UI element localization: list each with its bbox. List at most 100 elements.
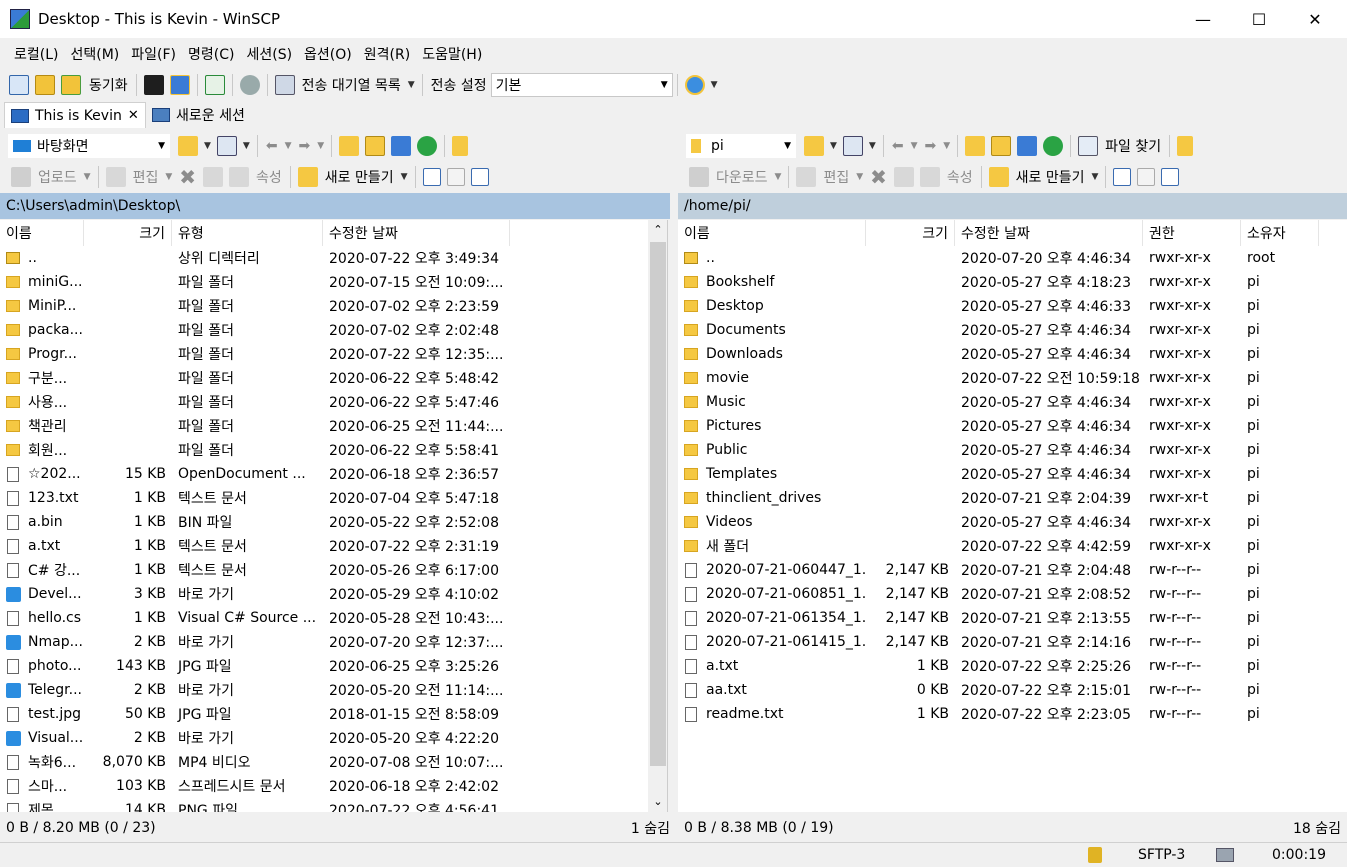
table-row[interactable]: Music 2020-05-27 오후 4:46:34 rwxr-xr-x pi — [678, 390, 1319, 414]
table-row[interactable]: C# 강... 1 KB 텍스트 문서 2020-05-26 오후 6:17:00 — [0, 558, 510, 582]
new-folder-icon[interactable] — [988, 167, 1009, 187]
find-files-button[interactable]: 파일 찾기 — [1105, 136, 1161, 156]
chevron-down-icon[interactable]: ▼ — [204, 141, 211, 151]
open-folder-icon[interactable] — [804, 136, 824, 156]
new-folder-icon[interactable] — [297, 167, 318, 187]
maximize-button[interactable]: ☐ — [1231, 0, 1287, 38]
table-row[interactable]: 2020-07-21-060447_1... 2,147 KB 2020-07-21… — [678, 558, 1319, 582]
table-row[interactable]: Downloads 2020-05-27 오후 4:46:34 rwxr-xr-x p… — [678, 342, 1319, 366]
tab-this-is-kevin[interactable]: This is Kevin ✕ — [4, 102, 146, 128]
table-row[interactable]: packa... 파일 폴더 2020-07-02 오후 2:02:48 — [0, 318, 510, 342]
local-drive-select[interactable]: 바탕화면 ▼ — [8, 134, 170, 158]
close-button[interactable]: ✕ — [1287, 0, 1343, 38]
table-row[interactable]: readme.txt 1 KB 2020-07-22 오후 2:23:05 rw-r-… — [678, 702, 1319, 726]
tab-new-session[interactable]: 새로운 세션 — [146, 102, 264, 128]
edit-icon[interactable] — [105, 167, 126, 187]
table-row[interactable]: movie 2020-07-22 오전 10:59:18 rwxr-xr-x pi — [678, 366, 1319, 390]
column-modified[interactable]: 수정한 날짜 — [955, 220, 1143, 246]
minimize-button[interactable]: — — [1175, 0, 1231, 38]
table-row[interactable]: 2020-07-21-061415_1... 2,147 KB 2020-07-21… — [678, 630, 1319, 654]
table-row[interactable]: Nmap... 2 KB 바로 가기 2020-07-20 오후 12:37:... — [0, 630, 510, 654]
table-row[interactable]: .. 2020-07-20 오후 4:46:34 rwxr-xr-x root — [678, 246, 1319, 270]
column-permissions[interactable]: 권한 — [1143, 220, 1241, 246]
filter-icon[interactable] — [842, 136, 863, 156]
table-row[interactable]: 스마... 103 KB 스프레드시트 문서 2020-06-18 오후 2:42:0… — [0, 774, 510, 798]
scroll-up-icon[interactable]: ⌃ — [648, 220, 667, 240]
properties-button[interactable]: 속성 — [256, 167, 282, 187]
column-owner[interactable]: 소유자 — [1241, 220, 1319, 246]
column-type[interactable]: 유형 — [172, 220, 323, 246]
back-icon[interactable]: ⬅ — [892, 138, 904, 154]
left-file-list[interactable]: 이름 크기 유형 수정한 날짜 .. 상위 디렉터리 2020-07-22 오후 3… — [0, 220, 668, 812]
queue-icon[interactable] — [204, 75, 225, 95]
table-row[interactable]: .. 상위 디렉터리 2020-07-22 오후 3:49:34 — [0, 246, 510, 270]
table-row[interactable]: 책관리 파일 폴더 2020-06-25 오전 11:44:... — [0, 414, 510, 438]
queue-list-icon[interactable] — [274, 75, 295, 95]
properties-button[interactable]: 속성 — [947, 167, 973, 187]
chevron-down-icon[interactable]: ▼ — [775, 172, 782, 182]
chevron-down-icon[interactable]: ▼ — [408, 80, 415, 90]
delete-icon[interactable]: ✖ — [179, 165, 196, 189]
remote-dir-select[interactable]: pi ▼ — [686, 134, 796, 158]
home-icon[interactable] — [391, 136, 412, 156]
tree-icon[interactable] — [1177, 136, 1194, 156]
refresh-icon[interactable] — [1043, 136, 1064, 156]
forward-icon[interactable]: ➡ — [925, 138, 937, 154]
table-row[interactable]: a.bin 1 KB BIN 파일 2020-05-22 오후 2:52:08 — [0, 510, 510, 534]
back-icon[interactable]: ⬅ — [266, 138, 278, 154]
new-button[interactable]: 새로 만들기 — [1016, 167, 1085, 187]
synchronize-button[interactable]: 동기화 — [89, 75, 128, 95]
chevron-down-icon[interactable]: ▼ — [317, 141, 324, 151]
table-row[interactable]: Pictures 2020-05-27 오후 4:46:34 rwxr-xr-x pi — [678, 414, 1319, 438]
properties-icon[interactable] — [919, 167, 940, 187]
chevron-down-icon[interactable]: ▼ — [711, 80, 718, 90]
upload-icon[interactable] — [11, 167, 31, 187]
chevron-down-icon[interactable]: ▼ — [84, 172, 91, 182]
table-row[interactable]: 회원... 파일 폴더 2020-06-22 오후 5:58:41 — [0, 438, 510, 462]
column-name[interactable]: 이름 — [678, 220, 866, 246]
properties-icon[interactable] — [229, 167, 250, 187]
column-modified[interactable]: 수정한 날짜 — [323, 220, 510, 246]
root-dir-icon[interactable] — [365, 136, 386, 156]
table-row[interactable]: miniG... 파일 폴더 2020-07-15 오전 10:09:... — [0, 270, 510, 294]
menu-session[interactable]: 세션(S) — [240, 44, 298, 64]
scroll-down-icon[interactable]: ⌄ — [648, 792, 667, 812]
close-icon[interactable]: ✕ — [128, 108, 139, 123]
gear-icon[interactable] — [239, 75, 260, 95]
table-row[interactable]: Visual... 2 KB 바로 가기 2020-05-20 오후 4:22:20 — [0, 726, 510, 750]
network-icon[interactable] — [1216, 848, 1234, 862]
transfer-preset-select[interactable]: 기본 ▼ — [490, 73, 673, 97]
chevron-down-icon[interactable]: ▼ — [243, 141, 250, 151]
table-row[interactable]: Desktop 2020-05-27 오후 4:46:33 rwxr-xr-x pi — [678, 294, 1319, 318]
tree-icon[interactable] — [452, 136, 469, 156]
new-button[interactable]: 새로 만들기 — [325, 167, 394, 187]
menu-commands[interactable]: 명령(C) — [182, 44, 240, 64]
delete-icon[interactable]: ✖ — [870, 165, 887, 189]
select-all-icon[interactable] — [1113, 168, 1132, 186]
table-row[interactable]: test.jpg 50 KB JPG 파일 2018-01-15 오전 8:58:09 — [0, 702, 510, 726]
rename-icon[interactable] — [893, 167, 914, 187]
refresh-icon[interactable] — [417, 136, 438, 156]
table-row[interactable]: 녹화6... 8,070 KB MP4 비디오 2020-07-08 오전 10:07… — [0, 750, 510, 774]
putty-icon[interactable] — [169, 75, 190, 95]
queue-list-button[interactable]: 전송 대기열 목록 — [302, 75, 401, 95]
edit-icon[interactable] — [796, 167, 817, 187]
table-row[interactable]: photo... 143 KB JPG 파일 2020-06-25 오후 3:25:2… — [0, 654, 510, 678]
menu-remote[interactable]: 원격(R) — [358, 44, 416, 64]
upload-button[interactable]: 업로드 — [38, 167, 77, 187]
table-row[interactable]: Public 2020-05-27 오후 4:46:34 rwxr-xr-x pi — [678, 438, 1319, 462]
table-row[interactable]: thinclient_drives 2020-07-21 오후 2:04:39 rw… — [678, 486, 1319, 510]
find-files-icon[interactable] — [1078, 136, 1099, 156]
column-size[interactable]: 크기 — [84, 220, 172, 246]
filter-icon[interactable] — [216, 136, 237, 156]
filter-select-icon[interactable] — [1161, 168, 1180, 186]
sync-browse-icon[interactable] — [35, 75, 55, 95]
table-row[interactable]: 사용... 파일 폴더 2020-06-22 오후 5:47:46 — [0, 390, 510, 414]
column-name[interactable]: 이름 — [0, 220, 84, 246]
chevron-down-icon[interactable]: ▼ — [856, 172, 863, 182]
menu-files[interactable]: 파일(F) — [125, 44, 182, 64]
scrollbar-thumb[interactable] — [650, 242, 666, 766]
forward-icon[interactable]: ➡ — [299, 138, 311, 154]
table-row[interactable]: 구분... 파일 폴더 2020-06-22 오후 5:48:42 — [0, 366, 510, 390]
left-scrollbar[interactable]: ⌃ ⌄ — [648, 220, 667, 812]
